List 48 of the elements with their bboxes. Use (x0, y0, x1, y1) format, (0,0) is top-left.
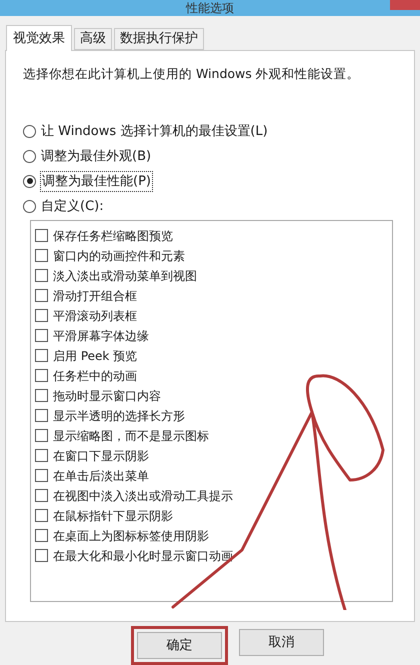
effect-checkbox-row[interactable]: 任务栏中的动画 (35, 366, 392, 386)
checkbox[interactable] (35, 249, 48, 262)
radio-button[interactable] (23, 200, 36, 213)
window-title: 性能选项 (186, 1, 234, 15)
effect-checkbox-row[interactable]: 显示半透明的选择长方形 (35, 406, 392, 426)
dialog-button[interactable]: 取消 (239, 629, 324, 656)
radio-button[interactable] (23, 174, 36, 188)
checkbox[interactable] (35, 329, 48, 342)
radio-option[interactable]: 调整为最佳性能(P) (23, 172, 397, 191)
effect-checkbox-row[interactable]: 平滑屏幕字体边缘 (35, 326, 392, 346)
checkbox[interactable] (35, 469, 48, 482)
effect-checkbox-row[interactable]: 淡入淡出或滑动菜单到视图 (35, 266, 392, 286)
checkbox[interactable] (35, 489, 48, 502)
radio-option[interactable]: 调整为最佳外观(B) (23, 146, 397, 166)
checkbox[interactable] (35, 369, 48, 382)
effect-checkbox-row[interactable]: 在单击后淡出菜单 (35, 466, 392, 486)
checkbox[interactable] (35, 289, 48, 302)
effect-checkbox-row[interactable]: 滑动打开组合框 (35, 286, 392, 306)
checkbox[interactable] (35, 409, 48, 422)
radio-option[interactable]: 自定义(C): (23, 196, 397, 216)
checkbox[interactable] (35, 429, 48, 442)
radio-button[interactable] (23, 150, 36, 163)
tab[interactable]: 高级 (74, 28, 112, 50)
tab[interactable]: 视觉效果 (6, 25, 72, 51)
checkbox[interactable] (35, 229, 48, 242)
checkbox[interactable] (35, 269, 48, 282)
effect-checkbox-row[interactable]: 在窗口下显示阴影 (35, 446, 392, 466)
effect-checkbox-row[interactable]: 在视图中淡入淡出或滑动工具提示 (35, 486, 392, 506)
dialog-button[interactable]: 确定 (137, 632, 222, 659)
effect-checkbox-row[interactable]: 在鼠标指针下显示阴影 (35, 506, 392, 526)
effect-checkbox-row[interactable]: 窗口内的动画控件和元素 (35, 246, 392, 266)
description-text: 选择你想在此计算机上使用的 Windows 外观和性能设置。 (23, 65, 361, 83)
checkbox[interactable] (35, 449, 48, 462)
radio-option[interactable]: 让 Windows 选择计算机的最佳设置(L) (23, 122, 397, 141)
effect-checkbox-row[interactable]: 在桌面上为图标标签使用阴影 (35, 526, 392, 546)
tab[interactable]: 数据执行保护 (114, 28, 204, 50)
checkbox[interactable] (35, 309, 48, 322)
effect-checkbox-row[interactable]: 启用 Peek 预览 (35, 346, 392, 366)
effect-checkbox-row[interactable]: 显示缩略图，而不是显示图标 (35, 426, 392, 446)
effect-checkbox-row[interactable]: 拖动时显示窗口内容 (35, 386, 392, 406)
radio-button[interactable] (23, 124, 36, 138)
checkbox[interactable] (35, 549, 48, 562)
effect-checkbox-row[interactable]: 保存任务栏缩略图预览 (35, 226, 392, 246)
checkbox[interactable] (35, 529, 48, 542)
effect-checkbox-row[interactable]: 平滑滚动列表框 (35, 306, 392, 326)
checkbox[interactable] (35, 349, 48, 362)
checkbox[interactable] (35, 389, 48, 402)
checkbox[interactable] (35, 509, 48, 522)
